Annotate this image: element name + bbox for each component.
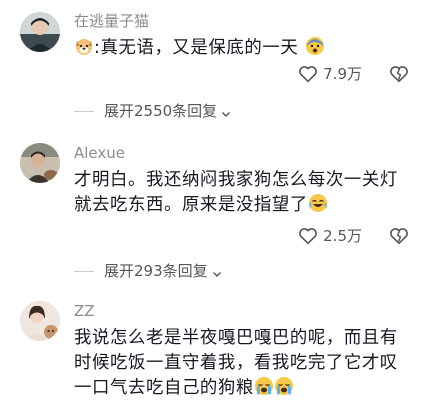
comment-line-2: 时候吃饭一直守着我，看我吃完了它才叹: [74, 353, 398, 373]
chevron-down-icon: [220, 105, 232, 117]
like-count: 7.9万: [323, 65, 362, 83]
comment-line-1: 我说怎么老是半夜嘎巴嘎巴的呢，而且有: [74, 328, 398, 348]
comment-line-1: 才明白。我还纳闷我家狗怎么每次一关灯: [74, 170, 398, 190]
comment-username[interactable]: 在逃量子猫: [74, 12, 149, 30]
chevron-down-icon: [211, 265, 223, 277]
heart-icon[interactable]: [297, 225, 319, 247]
divider: [74, 110, 94, 112]
expand-replies-button[interactable]: 展开2550条回复: [74, 101, 232, 121]
broken-heart-icon[interactable]: [388, 225, 410, 247]
comment-line-1: 真无语，又是保底的一天: [100, 38, 299, 58]
expand-replies-button[interactable]: 展开293条回复: [74, 261, 223, 281]
avatar[interactable]: [20, 12, 60, 52]
comment-username[interactable]: Alexue: [74, 144, 125, 162]
heart-icon[interactable]: [297, 63, 319, 85]
expand-replies-label: 展开293条回复: [104, 262, 208, 280]
comment-actions: 2.5万: [297, 224, 410, 248]
avatar[interactable]: [20, 143, 60, 183]
comment-line-2: 就去吃东西。原来是没指望了: [74, 195, 308, 215]
like-count: 2.5万: [323, 227, 362, 245]
comment-1: 在逃量子猫 :真无语，又是保底的一天 7.9万 展开2550条回复: [0, 0, 432, 135]
comment-text: 才明白。我还纳闷我家狗怎么每次一关灯 就去吃东西。原来是没指望了: [74, 168, 424, 218]
dog-face-emoji-icon: [74, 36, 94, 56]
loudly-crying-face-emoji-icon: [274, 376, 294, 396]
comment-3: ZZ 我说怎么老是半夜嘎巴嘎巴的呢，而且有 时候吃饭一直守着我，看我吃完了它才叹…: [0, 285, 432, 410]
comment-text: :真无语，又是保底的一天: [74, 36, 424, 61]
comment-line-3: 一口气去吃自己的狗粮: [74, 378, 254, 398]
comment-actions: 7.9万: [297, 62, 410, 86]
broken-heart-icon[interactable]: [388, 63, 410, 85]
comment-2: Alexue 才明白。我还纳闷我家狗怎么每次一关灯 就去吃东西。原来是没指望了 …: [0, 135, 432, 285]
loudly-crying-face-emoji-icon: [254, 376, 274, 396]
expand-replies-label: 展开2550条回复: [104, 102, 218, 120]
comment-text: 我说怎么老是半夜嘎巴嘎巴的呢，而且有 时候吃饭一直守着我，看我吃完了它才叹 一口…: [74, 326, 424, 401]
crying-laughing-emoji-icon: [308, 193, 328, 213]
avatar[interactable]: [20, 301, 60, 341]
fearful-face-emoji-icon: [305, 36, 325, 56]
divider: [74, 270, 94, 272]
comment-username[interactable]: ZZ: [74, 302, 95, 320]
